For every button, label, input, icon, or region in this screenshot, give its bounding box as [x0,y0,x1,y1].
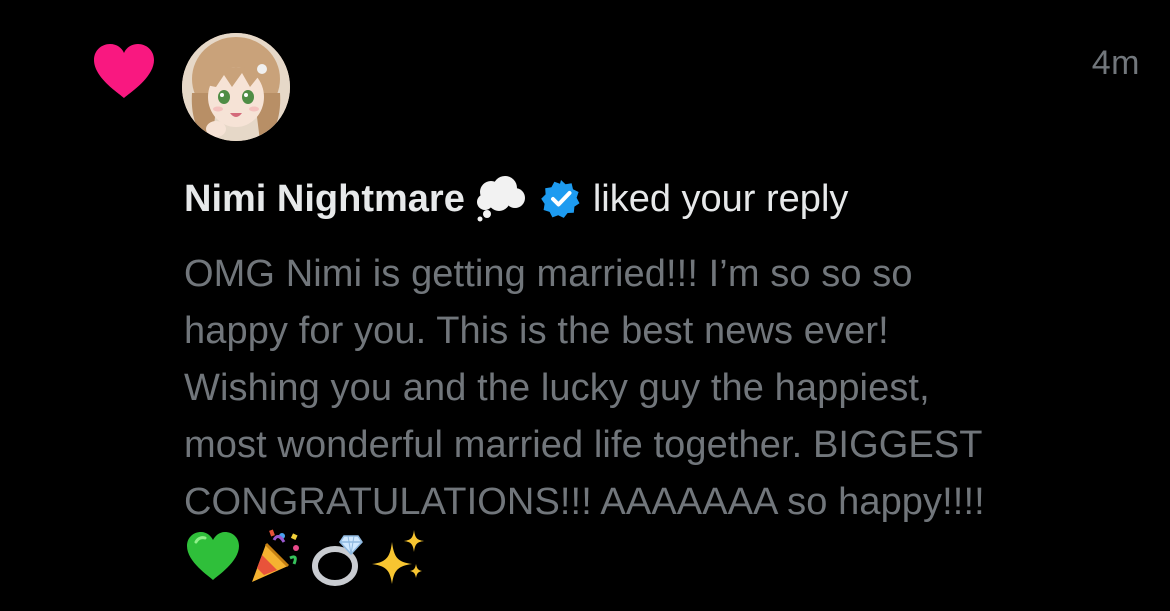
reply-emoji-row [184,528,428,586]
green-heart-icon [187,532,239,580]
verified-badge-icon [541,180,580,218]
like-notification[interactable]: 4m Nimi Nightmare liked your reply OMG N… [0,0,1170,611]
sparkles-icon [372,530,424,584]
reply-line: OMG Nimi is getting married!!! I’m so so… [184,253,913,295]
action-text: liked your reply [592,177,849,220]
ring-icon [312,535,363,586]
thought-balloon-icon [476,176,525,222]
reply-line: happy for you. This is the best news eve… [184,310,889,352]
display-name[interactable]: Nimi Nightmare [184,178,465,221]
notification-headline: Nimi Nightmare liked your reply [184,172,848,226]
avatar[interactable] [182,33,290,141]
party-popper-icon [252,529,299,582]
heart-icon [94,44,154,98]
reply-line: CONGRATULATIONS!!! AAAAAAA so happy!!!! [184,481,985,523]
timestamp: 4m [1091,44,1140,82]
reply-text[interactable]: OMG Nimi is getting married!!! I’m so so… [184,246,1144,531]
reply-line: Wishing you and the lucky guy the happie… [184,367,930,409]
reply-line: most wonderful married life together. BI… [184,424,983,466]
